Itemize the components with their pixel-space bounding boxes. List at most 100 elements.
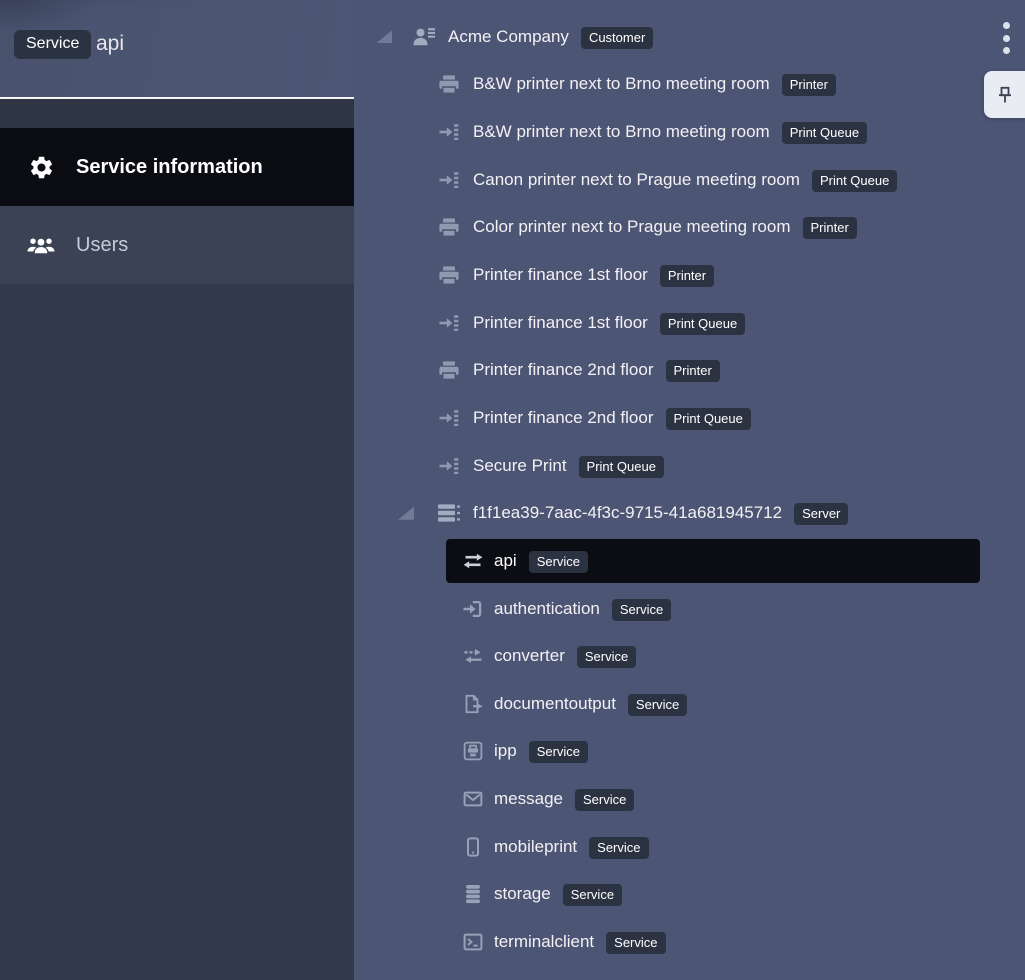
entity-tree: Acme Company Customer B&W printer next to … bbox=[354, 0, 1025, 980]
type-badge: Printer bbox=[803, 217, 857, 239]
type-badge: Service bbox=[575, 789, 634, 811]
type-badge: Printer bbox=[666, 360, 720, 382]
tree-item-label: f1f1ea39-7aac-4f3c-9715-41a681945712 bbox=[473, 503, 782, 523]
expander-spacer bbox=[398, 173, 414, 186]
sidebar-item-service-information[interactable]: Service information bbox=[0, 128, 354, 206]
type-badge: Service bbox=[563, 884, 622, 906]
tree-item[interactable]: ipp Service bbox=[354, 728, 1025, 776]
tree-item[interactable]: messageService bbox=[354, 775, 1025, 823]
type-badge: Service bbox=[628, 694, 687, 716]
type-badge: Printer bbox=[782, 74, 836, 96]
tree-item-label: converter bbox=[494, 646, 565, 666]
printer-icon bbox=[437, 216, 461, 238]
tree-item-label: api bbox=[494, 551, 517, 571]
tree-item-label: documentoutput bbox=[494, 694, 616, 714]
database-icon bbox=[461, 883, 485, 905]
envelope-icon bbox=[461, 788, 485, 810]
tree-item[interactable]: B&W printer next to Brno meeting room Pri… bbox=[354, 108, 1025, 156]
tree-item-label: Printer finance 1st floor bbox=[473, 313, 648, 333]
tree-item[interactable]: Acme Company Customer bbox=[354, 13, 1025, 61]
swap-arrows-icon bbox=[461, 550, 485, 572]
smartphone-icon bbox=[461, 836, 485, 858]
expander-spacer bbox=[398, 316, 414, 329]
type-badge: Print Queue bbox=[782, 122, 867, 144]
tree-item[interactable]: documentoutput Service bbox=[354, 680, 1025, 728]
tree-item-label: Printer finance 2nd floor bbox=[473, 408, 654, 428]
type-badge: Service bbox=[577, 646, 636, 668]
ipp-printer-icon bbox=[461, 740, 485, 762]
tree-item-label: Secure Print bbox=[473, 456, 567, 476]
server-icon bbox=[437, 501, 461, 525]
tree-item-label: B&W printer next to Brno meeting room bbox=[473, 122, 770, 142]
type-badge: Server bbox=[794, 503, 848, 525]
expander-icon[interactable] bbox=[398, 507, 414, 520]
tree-item[interactable]: storageService bbox=[354, 871, 1025, 919]
sidebar-item-label: Service information bbox=[76, 156, 263, 179]
type-badge: Service bbox=[529, 551, 588, 573]
tree-item[interactable]: api Service bbox=[354, 537, 1025, 585]
print-queue-icon bbox=[437, 169, 461, 191]
pin-panel-button[interactable] bbox=[984, 71, 1025, 118]
type-badge: Service bbox=[529, 741, 588, 763]
expander-spacer bbox=[398, 411, 414, 424]
tree-item-label: Canon printer next to Prague meeting roo… bbox=[473, 170, 800, 190]
expander-spacer bbox=[398, 364, 414, 377]
print-queue-icon bbox=[437, 455, 461, 477]
tree-item[interactable]: Canon printer next to Prague meeting roo… bbox=[354, 156, 1025, 204]
type-badge: Print Queue bbox=[660, 313, 745, 335]
tree-item[interactable]: converter Service bbox=[354, 632, 1025, 680]
print-queue-icon bbox=[437, 121, 461, 143]
tree-item-label: Printer finance 1st floor bbox=[473, 265, 648, 285]
expander-spacer bbox=[398, 126, 414, 139]
printer-icon bbox=[437, 73, 461, 95]
tree-item-label: mobileprint bbox=[494, 837, 577, 857]
kebab-dot bbox=[1003, 47, 1010, 54]
tree-item[interactable]: B&W printer next to Brno meeting roomPri… bbox=[354, 61, 1025, 109]
sidebar-item-users[interactable]: Users bbox=[0, 206, 354, 284]
type-badge: Print Queue bbox=[812, 170, 897, 192]
kebab-dot bbox=[1003, 35, 1010, 42]
tree-item-label: ipp bbox=[494, 741, 517, 761]
tree-item[interactable]: Printer finance 2nd floor Print Queue bbox=[354, 394, 1025, 442]
printer-icon bbox=[437, 359, 461, 381]
sidebar-item-label: Users bbox=[76, 234, 128, 257]
expander-spacer bbox=[398, 78, 414, 91]
tree-item[interactable]: authentication Service bbox=[354, 585, 1025, 633]
tree-item[interactable]: f1f1ea39-7aac-4f3c-9715-41a681945712 Serv… bbox=[354, 489, 1025, 537]
expander-icon[interactable] bbox=[376, 30, 392, 43]
type-badge: Service bbox=[589, 837, 648, 859]
expander-spacer bbox=[398, 459, 414, 472]
tree-item[interactable]: Color printer next to Prague meeting roo… bbox=[354, 204, 1025, 252]
type-badge: Print Queue bbox=[666, 408, 751, 430]
page-title: api bbox=[96, 33, 124, 54]
expander-spacer bbox=[398, 269, 414, 282]
tree-item[interactable]: mobileprint Service bbox=[354, 823, 1025, 871]
tree-item-label: Acme Company bbox=[448, 27, 569, 47]
type-badge: Print Queue bbox=[579, 456, 664, 478]
tree-item-label: authentication bbox=[494, 599, 600, 619]
tree-item[interactable]: Printer finance 1st floor Print Queue bbox=[354, 299, 1025, 347]
tree-item[interactable]: terminalclientService bbox=[354, 918, 1025, 966]
type-badge: Service bbox=[606, 932, 665, 954]
convert-arrows-icon bbox=[461, 645, 485, 667]
selected-row-highlight: api Service bbox=[446, 539, 980, 583]
sidebar-header: Service api bbox=[0, 0, 354, 97]
type-badge: Service bbox=[612, 599, 671, 621]
type-badge: Customer bbox=[581, 27, 653, 49]
tree-item[interactable]: Secure Print Print Queue bbox=[354, 442, 1025, 490]
print-queue-icon bbox=[437, 312, 461, 334]
tree-item[interactable]: Printer finance 2nd floorPrinter bbox=[354, 346, 1025, 394]
expander-spacer bbox=[398, 221, 414, 234]
print-queue-icon bbox=[437, 407, 461, 429]
document-out-icon bbox=[461, 693, 485, 715]
users-icon bbox=[26, 233, 56, 257]
kebab-dot bbox=[1003, 22, 1010, 29]
sidebar: Service information Users bbox=[0, 99, 354, 980]
more-options-button[interactable] bbox=[995, 22, 1017, 54]
type-badge: Printer bbox=[660, 265, 714, 287]
tree-item[interactable]: Printer finance 1st floor Printer bbox=[354, 251, 1025, 299]
tree-item-label: Color printer next to Prague meeting roo… bbox=[473, 217, 791, 237]
pushpin-icon bbox=[995, 85, 1015, 105]
printer-icon bbox=[437, 264, 461, 286]
login-icon bbox=[461, 598, 485, 620]
